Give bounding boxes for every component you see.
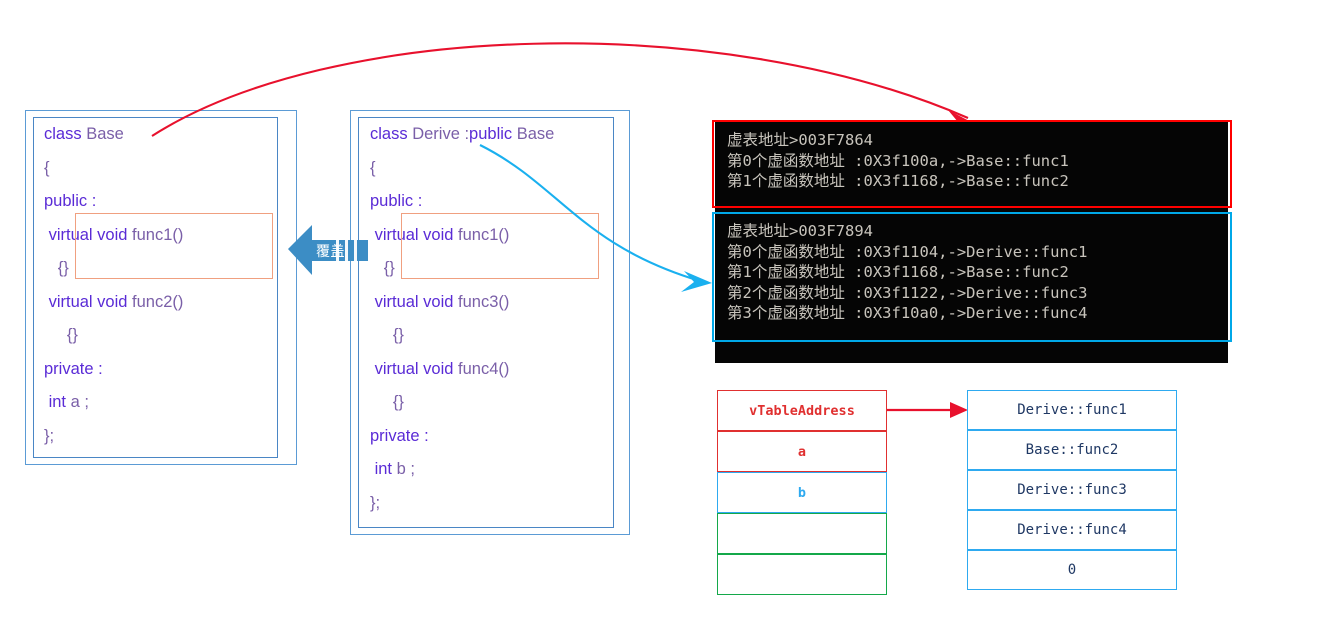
console-derive-line-0: 虚表地址>003F7894 [727, 222, 873, 240]
object-layout-cell [717, 513, 887, 554]
console-base-line-1: 第0个虚函数地址 :0X3f100a,->Base::func1 [727, 151, 1069, 170]
base-func1-highlight [75, 213, 273, 279]
object-layout-table: vTableAddress a b [717, 390, 887, 595]
vtable-cell-label: Base::func2 [1025, 442, 1119, 458]
console-derive-line-3: 第2个虚函数地址 :0X3f1122,->Derive::func3 [727, 283, 1088, 302]
base-code-line-1: { [44, 158, 50, 177]
derive-code-token: {} [370, 393, 404, 411]
derive-code-line-5: virtual void func3() [370, 292, 510, 311]
console-base-text: 虚表地址>003F7864第0个虚函数地址 :0X3f100a,->Base::… [727, 130, 1227, 192]
object-layout-cell-label: b [797, 484, 807, 501]
vtable-cell: Derive::func3 [967, 470, 1177, 510]
derive-code-token: Derive : [412, 125, 470, 143]
derive-class-code: class Derive :public Base { public : virtu… [370, 126, 615, 526]
base-code-token: private : [44, 359, 103, 378]
base-code-line-0: class Base [44, 126, 124, 143]
derive-code-token: func4() [458, 359, 510, 378]
derive-code-token: {} [370, 326, 404, 344]
derive-code-token: private : [370, 426, 429, 445]
console-derive-line-2: 第1个虚函数地址 :0X3f1168,->Base::func2 [727, 263, 1069, 281]
derive-code-line-10: int b ; [370, 461, 415, 478]
derive-code-line-0: class Derive :public Base [370, 126, 554, 143]
derive-code-token: public : [370, 192, 423, 210]
derive-code-token: virtual void [370, 292, 459, 311]
derive-code-token: {} [370, 259, 395, 277]
cyan-curve-arrowhead [681, 271, 712, 292]
derive-code-line-7: virtual void func4() [370, 359, 510, 378]
console-base-line-2: 第1个虚函数地址 :0X3f1168,->Base::func2 [727, 172, 1069, 190]
base-code-token: {} [44, 259, 69, 277]
derive-code-token: class [370, 125, 413, 143]
vtable-cell-label: Derive::func1 [1017, 402, 1127, 418]
diagram-canvas: class Base{public : virtual void func1()… [0, 0, 1323, 621]
derive-code-token: int [370, 460, 397, 478]
object-layout-cell-label: a [797, 443, 807, 460]
derive-code-line-8: {} [370, 394, 404, 411]
object-layout-cell [717, 554, 887, 595]
vtable-cell: Base::func2 [967, 430, 1177, 470]
base-code-line-4: {} [44, 260, 69, 277]
derive-code-token: Base [516, 125, 555, 143]
base-code-token: }; [44, 426, 55, 445]
derive-code-line-9: private : [370, 426, 429, 445]
vtable-cell-label: Derive::func3 [1017, 482, 1127, 498]
derive-code-line-6: {} [370, 327, 404, 344]
object-layout-cell: a [717, 431, 887, 472]
base-class-code: class Base{public : virtual void func1()… [44, 126, 274, 456]
base-code-line-7: private : [44, 359, 103, 378]
base-code-line-9: }; [44, 426, 55, 445]
derive-code-token: public [469, 125, 517, 143]
console-derive-text: 虚表地址>003F7894 第0个虚函数地址 :0X3f1104,->Derive… [727, 221, 1227, 324]
object-layout-cell-label: vTableAddress [749, 402, 855, 419]
vtable-cell: 0 [967, 550, 1177, 590]
derive-code-line-1: { [370, 158, 376, 177]
base-code-token: class [44, 125, 87, 143]
base-code-token: virtual void [44, 292, 133, 311]
derive-code-line-4: {} [370, 260, 395, 277]
vtable-cell-label: Derive::func4 [1017, 522, 1127, 538]
base-code-line-5: virtual void func2() [44, 292, 184, 311]
vtable-cell: Derive::func4 [967, 510, 1177, 550]
console-derive-line-1: 第0个虚函数地址 :0X3f1104,->Derive::func1 [727, 242, 1088, 261]
base-code-token: a ; [70, 393, 89, 411]
base-code-token: {} [44, 326, 78, 344]
override-arrow-label: 覆盖 [316, 243, 345, 259]
derive-code-token: b ; [396, 460, 415, 478]
vtable-pointer-arrowhead [950, 402, 968, 418]
vtable-cell: Derive::func1 [967, 390, 1177, 430]
console-base-line-0: 虚表地址>003F7864 [727, 131, 873, 149]
vtable-table: Derive::func1Base::func2Derive::func3Der… [967, 390, 1177, 590]
vtable-cell-label: 0 [1067, 562, 1077, 578]
base-code-token: func2() [132, 292, 184, 311]
derive-code-token: func3() [458, 292, 510, 311]
base-code-token: int [44, 393, 71, 411]
base-code-line-2: public : [44, 193, 96, 210]
base-code-line-8: int a ; [44, 394, 89, 411]
derive-code-token: }; [370, 493, 381, 512]
base-code-token: public : [44, 192, 97, 210]
base-code-token: Base [86, 125, 124, 143]
derive-code-line-2: public : [370, 193, 422, 210]
object-layout-cell: vTableAddress [717, 390, 887, 431]
derive-func1-highlight [401, 213, 599, 279]
base-code-token: { [44, 158, 50, 177]
console-derive-line-4: 第3个虚函数地址 :0X3f10a0,->Derive::func4 [727, 304, 1088, 322]
derive-code-token: virtual void [370, 359, 459, 378]
derive-code-line-11: }; [370, 493, 381, 512]
derive-code-token: { [370, 158, 376, 177]
base-code-line-6: {} [44, 327, 78, 344]
object-layout-cell: b [717, 472, 887, 513]
